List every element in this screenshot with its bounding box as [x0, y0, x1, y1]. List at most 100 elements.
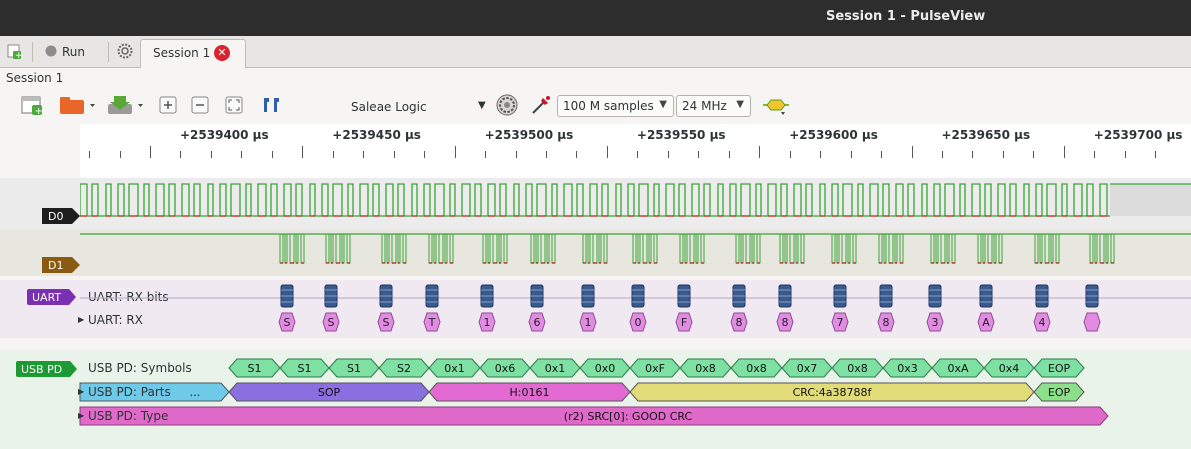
new-session-button[interactable]: + — [6, 41, 23, 63]
ruler-tick — [789, 151, 791, 158]
window-title: Session 1 - PulseView — [826, 9, 986, 24]
new-view-button[interactable]: + — [18, 92, 46, 120]
ruler-tick — [698, 151, 700, 158]
ruler-tick — [393, 151, 395, 158]
d1-pulse — [289, 233, 295, 264]
d1-pulse — [982, 233, 986, 264]
usbpd-symbol-label: 0x4 — [999, 362, 1020, 375]
uart-annotations[interactable]: S S S T 1 6 1 0 F 8 8 7 8 3 A 4 — [0, 280, 1191, 338]
add-decoder-button[interactable] — [760, 92, 792, 120]
channel-d0-badge[interactable]: D0 — [42, 208, 82, 224]
samplerate-value: 24 MHz — [682, 99, 727, 113]
d1-pulse — [653, 233, 658, 264]
d1-pulse — [300, 233, 305, 264]
d1-pulse — [888, 233, 894, 264]
uart-char-label: 8 — [736, 316, 743, 329]
sample-count-select[interactable]: 100 M samples ▼ — [557, 95, 674, 117]
usbpd-symbol-label: 0x6 — [495, 362, 516, 375]
d1-pulse — [438, 233, 444, 264]
usbpd-symbol-label: 0xF — [645, 362, 665, 375]
ruler-tick — [667, 151, 669, 158]
zoom-in-button[interactable] — [156, 92, 180, 120]
d1-pulse — [592, 233, 598, 264]
d1-pulse — [335, 233, 341, 264]
d1-pulse — [987, 233, 993, 264]
new-view-icon: + — [20, 94, 44, 119]
usbpd-parts-label: USB PD: Parts — [88, 385, 171, 399]
d1-pulse — [756, 233, 761, 264]
d1-pulse — [530, 233, 535, 264]
ruler-tick — [454, 146, 456, 158]
d1-pulse — [847, 233, 851, 264]
usbpd-symbol-label: 0x3 — [897, 362, 918, 375]
add-decoder-icon — [761, 93, 791, 120]
usbpd-symbol-label: 0x1 — [545, 362, 566, 375]
ruler-tick — [1063, 146, 1065, 158]
d1-pulse — [642, 233, 648, 264]
save-button[interactable] — [104, 92, 146, 120]
ruler-tick — [576, 151, 578, 158]
channel-d1-badge[interactable]: D1 — [42, 257, 82, 273]
sample-count-value: 100 M samples — [563, 99, 654, 113]
ruler-tick — [911, 146, 913, 158]
channel-d1-label: D1 — [48, 259, 63, 272]
expand-arrow-icon[interactable]: ▶ — [78, 387, 84, 396]
d1-pulse — [598, 233, 602, 264]
ruler-tick — [728, 151, 730, 158]
channel-d0-label: D0 — [48, 210, 63, 223]
zoom-out-button[interactable] — [188, 92, 212, 120]
d1-pulse — [1044, 233, 1050, 264]
device-name[interactable]: Saleae Logic — [351, 100, 427, 114]
ruler-time-label: +2539700 μs — [1093, 128, 1183, 142]
tab-session-1[interactable]: Session 1 ✕ — [140, 39, 246, 68]
samplerate-select[interactable]: 24 MHz ▼ — [676, 95, 751, 117]
device-dropdown-arrow-icon[interactable]: ▼ — [478, 100, 486, 111]
channel-d0-waveform[interactable] — [80, 178, 1191, 230]
open-button[interactable] — [56, 92, 98, 120]
d1-pulse — [397, 233, 401, 264]
uart-char-label: S — [383, 316, 390, 329]
d1-pulse — [402, 233, 407, 264]
d1-pulse — [689, 233, 695, 264]
uart-char-label: 1 — [484, 316, 491, 329]
run-button[interactable]: Run — [45, 41, 85, 63]
d1-pulse — [946, 233, 950, 264]
expand-arrow-icon[interactable]: ▶ — [78, 411, 84, 420]
ruler-tick — [1155, 151, 1157, 158]
d1-pulse — [1034, 233, 1039, 264]
usbpd-symbol-label: 0x0 — [595, 362, 616, 375]
d1-pulse — [836, 233, 840, 264]
ruler-tick — [210, 151, 212, 158]
uart-char-label: 8 — [883, 316, 890, 329]
ruler-tick — [1124, 151, 1126, 158]
d1-pulse — [284, 233, 288, 264]
uart-char-block[interactable] — [1083, 312, 1101, 332]
time-ruler[interactable]: +2539400 μs +2539450 μs +2539500 μs +253955… — [80, 124, 1191, 178]
zoom-fit-button[interactable] — [222, 92, 246, 120]
ruler-time-label: +2539550 μs — [636, 128, 726, 142]
ruler-time-label: +2539650 μs — [941, 128, 1031, 142]
probe-button[interactable] — [528, 92, 554, 120]
cursor-button[interactable] — [258, 92, 286, 120]
close-icon[interactable]: ✕ — [214, 45, 230, 61]
svg-text:+: + — [15, 51, 22, 59]
usbpd-annotations[interactable]: S1 S1 S1 S2 0x1 0x6 0x1 0x0 0xF 0x8 0x8 0x7 0x8 0x3 0x… — [0, 350, 1191, 449]
uart-char-label: 1 — [585, 316, 592, 329]
ruler-tick — [1033, 151, 1035, 158]
ruler-tick — [271, 151, 273, 158]
uart-decoder-lane: UART UART: RX bits ▶ UART: RX SSST1610F8… — [0, 280, 1191, 338]
device-config-button[interactable] — [494, 92, 520, 120]
channel-d1-waveform[interactable] — [80, 230, 1191, 276]
run-icon — [45, 45, 57, 60]
ruler-time-label: +2539450 μs — [332, 128, 421, 142]
uart-char-label: A — [982, 316, 990, 329]
d1-pulse — [551, 233, 556, 264]
d1-pulse — [740, 233, 744, 264]
d1-pulse — [1089, 233, 1094, 264]
device-settings-button[interactable] — [117, 41, 133, 63]
svg-text:+: + — [35, 106, 43, 116]
d1-pulse — [279, 233, 284, 264]
d1-pulse — [700, 233, 705, 264]
usbpd-part-label: SOP — [318, 386, 341, 399]
ruler-tick — [941, 151, 943, 158]
